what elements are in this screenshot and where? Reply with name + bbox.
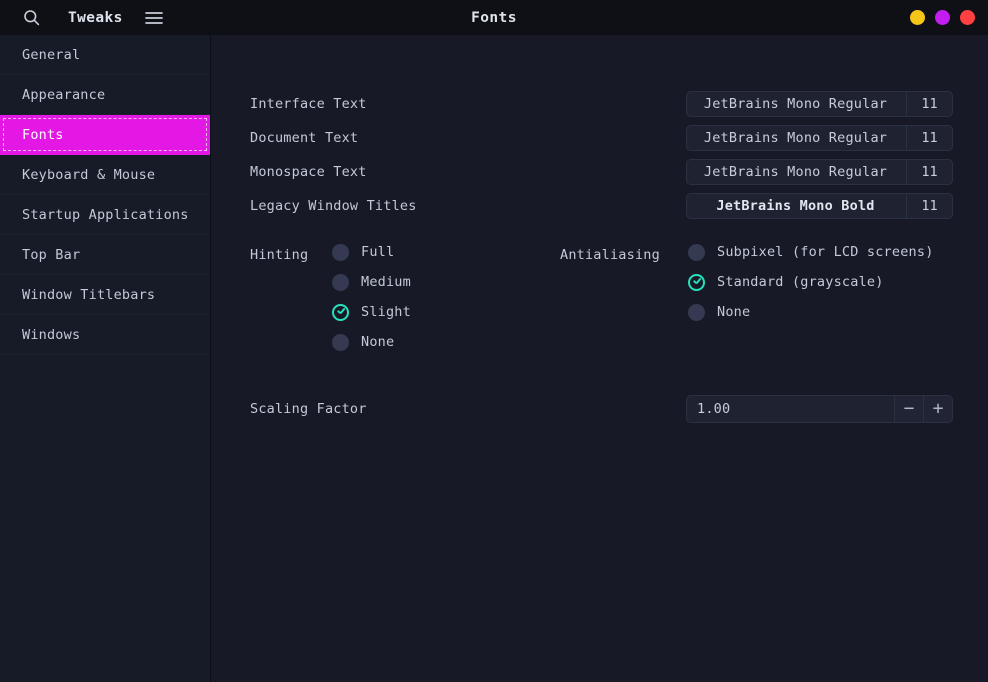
sidebar-item-label: Windows (22, 327, 80, 343)
font-name: JetBrains Mono Regular (687, 96, 906, 112)
hinting-option-none[interactable]: None (332, 334, 411, 350)
setting-label: Legacy Window Titles (250, 198, 417, 214)
setting-row-legacy-window-titles: Legacy Window Titles JetBrains Mono Bold… (250, 189, 953, 223)
radio-icon (332, 244, 349, 261)
radio-icon (688, 244, 705, 261)
option-label: Subpixel (for LCD screens) (717, 244, 934, 260)
increment-button[interactable]: + (923, 396, 952, 422)
font-size: 11 (906, 126, 952, 150)
titlebar: Tweaks Fonts (0, 0, 988, 35)
sidebar-item-label: Fonts (22, 127, 64, 143)
setting-row-scaling-factor: Scaling Factor 1.00 − + (250, 395, 953, 423)
font-name: JetBrains Mono Regular (687, 164, 906, 180)
hinting-radio-list: Full Medium Slight None (332, 244, 411, 350)
antialiasing-option-standard[interactable]: Standard (grayscale) (688, 274, 934, 290)
sidebar: General Appearance Fonts Keyboard & Mous… (0, 35, 211, 682)
interface-text-font-button[interactable]: JetBrains Mono Regular 11 (686, 91, 953, 117)
titlebar-left-group: Tweaks (14, 3, 171, 33)
radio-icon (688, 304, 705, 321)
sidebar-item-label: Window Titlebars (22, 287, 155, 303)
setting-label: Monospace Text (250, 164, 367, 180)
sidebar-item-label: Keyboard & Mouse (22, 167, 155, 183)
setting-label: Document Text (250, 130, 358, 146)
font-name: JetBrains Mono Regular (687, 130, 906, 146)
antialiasing-option-none[interactable]: None (688, 304, 934, 320)
radio-checked-icon (688, 274, 705, 291)
hinting-label: Hinting (250, 244, 332, 350)
document-text-font-button[interactable]: JetBrains Mono Regular 11 (686, 125, 953, 151)
font-size: 11 (906, 194, 952, 218)
option-label: Medium (361, 274, 411, 290)
sidebar-item-label: Startup Applications (22, 207, 189, 223)
sidebar-item-label: General (22, 47, 80, 63)
sidebar-item-general[interactable]: General (0, 35, 210, 75)
setting-row-interface-text: Interface Text JetBrains Mono Regular 11 (250, 87, 953, 121)
sidebar-item-fonts[interactable]: Fonts (0, 115, 210, 155)
legacy-window-titles-font-button[interactable]: JetBrains Mono Bold 11 (686, 193, 953, 219)
sidebar-item-appearance[interactable]: Appearance (0, 75, 210, 115)
scaling-factor-label: Scaling Factor (250, 401, 367, 417)
minimize-button[interactable] (910, 10, 925, 25)
scaling-factor-value[interactable]: 1.00 (687, 401, 894, 417)
monospace-text-font-button[interactable]: JetBrains Mono Regular 11 (686, 159, 953, 185)
window-controls (910, 0, 975, 35)
option-label: Slight (361, 304, 411, 320)
hinting-option-slight[interactable]: Slight (332, 304, 411, 320)
maximize-button[interactable] (935, 10, 950, 25)
sidebar-item-top-bar[interactable]: Top Bar (0, 235, 210, 275)
font-rendering-options: Hinting Full Medium Slight (250, 244, 953, 350)
sidebar-item-startup-applications[interactable]: Startup Applications (0, 195, 210, 235)
settings-panel: Interface Text JetBrains Mono Regular 11… (211, 35, 988, 682)
font-name: JetBrains Mono Bold (687, 198, 906, 214)
font-size: 11 (906, 92, 952, 116)
sidebar-item-keyboard-mouse[interactable]: Keyboard & Mouse (0, 155, 210, 195)
option-label: None (717, 304, 750, 320)
antialiasing-group: Antialiasing Subpixel (for LCD screens) … (560, 244, 934, 350)
setting-row-monospace-text: Monospace Text JetBrains Mono Regular 11 (250, 155, 953, 189)
scaling-factor-stepper[interactable]: 1.00 − + (686, 395, 953, 423)
option-label: None (361, 334, 394, 350)
antialiasing-option-subpixel[interactable]: Subpixel (for LCD screens) (688, 244, 934, 260)
close-button[interactable] (960, 10, 975, 25)
sidebar-item-label: Appearance (22, 87, 105, 103)
tweaks-window: Tweaks Fonts General Appearance (0, 0, 988, 682)
antialiasing-label: Antialiasing (560, 244, 688, 350)
radio-checked-icon (332, 304, 349, 321)
hamburger-menu-icon[interactable] (137, 3, 171, 33)
hinting-option-medium[interactable]: Medium (332, 274, 411, 290)
window-body: General Appearance Fonts Keyboard & Mous… (0, 35, 988, 682)
option-label: Standard (grayscale) (717, 274, 884, 290)
option-label: Full (361, 244, 394, 260)
font-size: 11 (906, 160, 952, 184)
app-title: Tweaks (68, 10, 123, 26)
sidebar-item-window-titlebars[interactable]: Window Titlebars (0, 275, 210, 315)
hinting-option-full[interactable]: Full (332, 244, 411, 260)
setting-row-document-text: Document Text JetBrains Mono Regular 11 (250, 121, 953, 155)
hinting-group: Hinting Full Medium Slight (250, 244, 560, 350)
antialiasing-radio-list: Subpixel (for LCD screens) Standard (gra… (688, 244, 934, 350)
radio-icon (332, 274, 349, 291)
sidebar-item-windows[interactable]: Windows (0, 315, 210, 355)
radio-icon (332, 334, 349, 351)
search-icon[interactable] (14, 3, 48, 33)
sidebar-item-label: Top Bar (22, 247, 80, 263)
decrement-button[interactable]: − (894, 396, 923, 422)
setting-label: Interface Text (250, 96, 367, 112)
